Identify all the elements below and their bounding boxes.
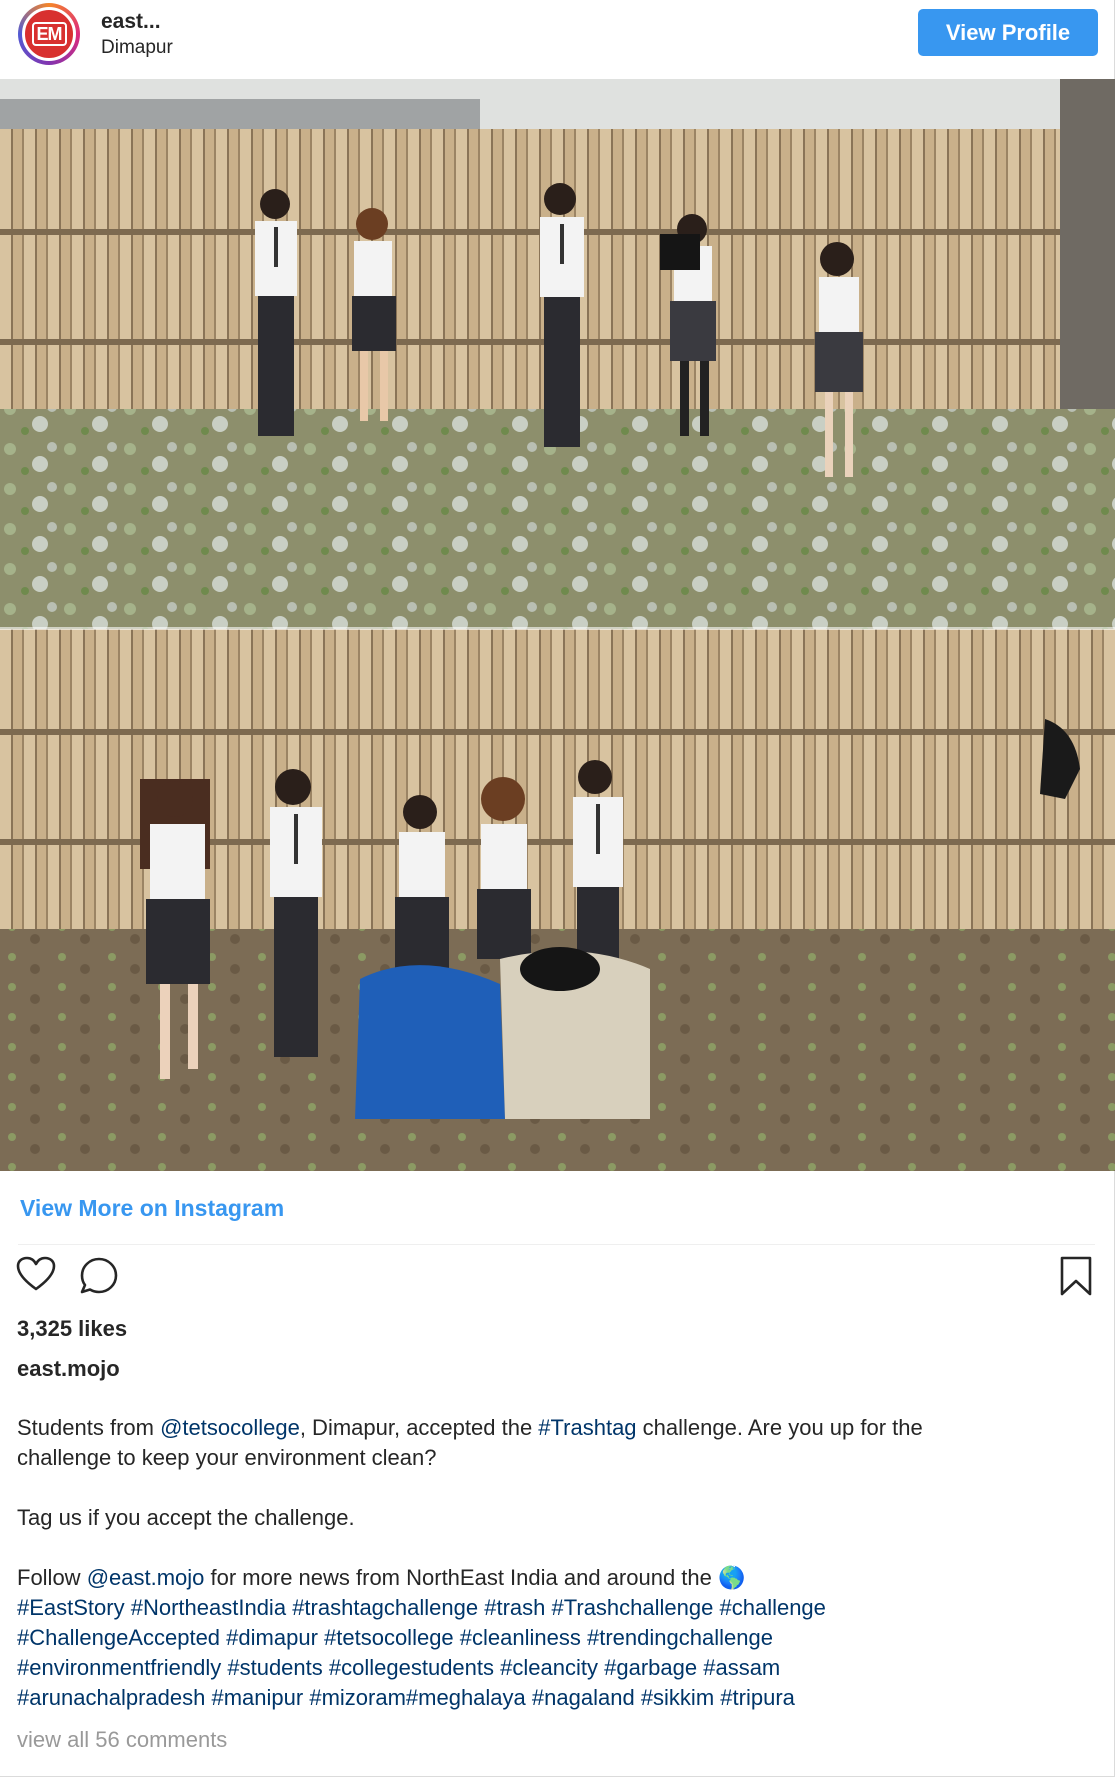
caption-link[interactable]: #mizoram#meghalaya [309,1685,525,1710]
caption-link[interactable]: @tetsocollege [160,1415,300,1440]
caption-link[interactable]: #sikkim [641,1685,714,1710]
location-label[interactable]: Dimapur [101,37,173,59]
heart-icon[interactable] [16,1256,56,1297]
caption-text: , Dimapur, accepted the [299,1415,539,1440]
caption-link[interactable]: #NortheastIndia [131,1595,286,1620]
caption-text: challenge. Are you up for the [636,1415,923,1440]
caption-text: for more news from NorthEast India and a… [204,1565,746,1590]
caption-link[interactable]: #manipur [212,1685,304,1710]
avatar-logo: EM [31,22,67,46]
likes-count[interactable]: 3,325 likes [17,1316,127,1342]
caption-line-5: #EastStory #NortheastIndia #trashtagchal… [17,1593,1097,1623]
caption-link[interactable]: #Trashtag [538,1415,636,1440]
caption-link[interactable]: #trash [484,1595,545,1620]
caption-line-1: Students from @tetsocollege, Dimapur, ac… [17,1413,1097,1443]
caption-link[interactable]: #EastStory [17,1595,125,1620]
caption-link[interactable]: #arunachalpradesh [17,1685,205,1710]
caption-link[interactable]: #dimapur [226,1625,318,1650]
divider [18,1244,1095,1245]
comment-icon[interactable] [79,1256,119,1301]
view-more-link[interactable]: View More on Instagram [20,1195,284,1222]
caption-line-4: Follow @east.mojo for more news from Nor… [17,1563,1097,1593]
instagram-embed-card: EM east... Dimapur View Profile View Mor… [0,0,1115,1777]
caption-text: Students from [17,1415,161,1440]
caption-link[interactable]: @east.mojo [87,1565,205,1590]
caption-link[interactable]: #collegestudents [329,1655,494,1680]
caption-link[interactable]: #tripura [720,1685,795,1710]
caption-line-7: #environmentfriendly #students #colleges… [17,1653,1097,1683]
caption-text: challenge to keep your environment clean… [17,1445,437,1470]
caption-link[interactable]: #trashtagchallenge [292,1595,478,1620]
bookmark-icon[interactable] [1059,1256,1093,1301]
caption-link[interactable]: #Trashchallenge [552,1595,714,1620]
caption-text: Tag us if you accept the challenge. [17,1505,355,1530]
view-all-comments-link[interactable]: view all 56 comments [17,1727,227,1753]
author-username[interactable]: east.mojo [17,1356,120,1382]
caption-line-2: challenge to keep your environment clean… [17,1443,1097,1473]
caption-link[interactable]: #assam [703,1655,780,1680]
caption-link[interactable]: #ChallengeAccepted [17,1625,220,1650]
post-header: EM east... Dimapur View Profile [0,0,1115,78]
caption-line-8: #arunachalpradesh #manipur #mizoram#megh… [17,1683,1097,1713]
caption-link[interactable]: #nagaland [532,1685,635,1710]
caption-line-6: #ChallengeAccepted #dimapur #tetsocolleg… [17,1623,1097,1653]
caption-link[interactable]: #tetsocollege [324,1625,454,1650]
caption-link[interactable]: #garbage [604,1655,697,1680]
caption-link[interactable]: #challenge [719,1595,825,1620]
post-photo[interactable] [0,79,1115,1171]
username[interactable]: east... [101,10,161,34]
caption-text: Follow [17,1565,87,1590]
caption-link[interactable]: #trendingchallenge [587,1625,773,1650]
caption-line-3: Tag us if you accept the challenge. [17,1503,1097,1533]
caption-link[interactable]: #cleancity [500,1655,598,1680]
caption-link[interactable]: #students [227,1655,322,1680]
avatar[interactable]: EM [22,7,76,61]
view-profile-button[interactable]: View Profile [918,9,1098,56]
caption-link[interactable]: #environmentfriendly [17,1655,221,1680]
caption-link[interactable]: #cleanliness [460,1625,581,1650]
